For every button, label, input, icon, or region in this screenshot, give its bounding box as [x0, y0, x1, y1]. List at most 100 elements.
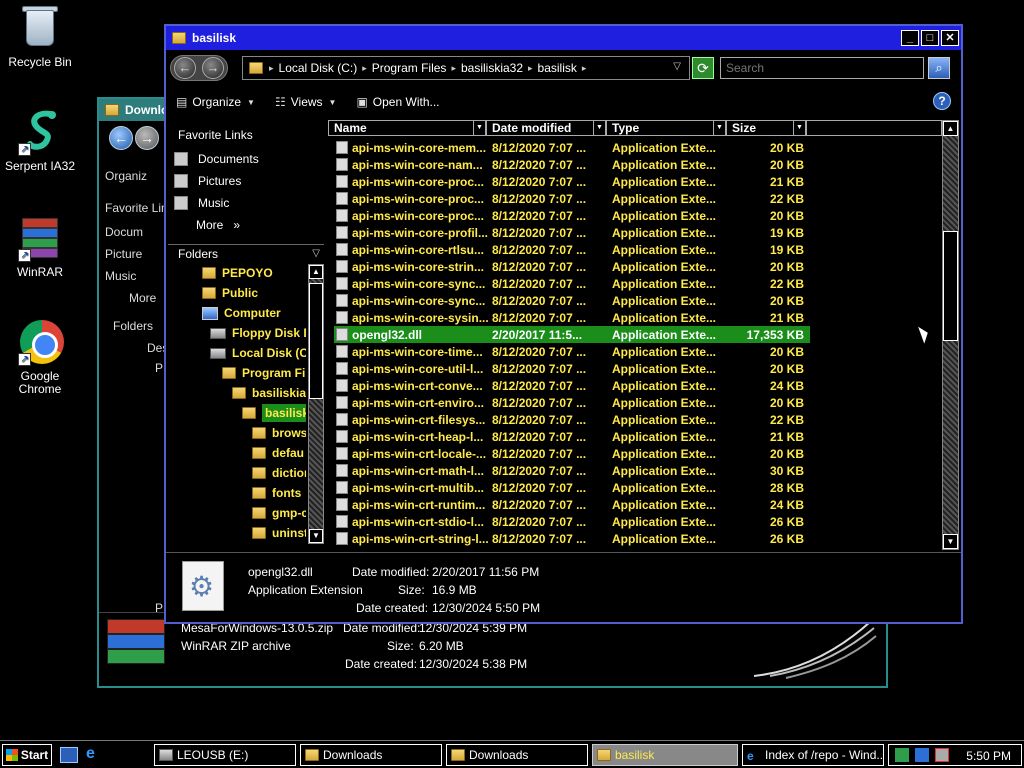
column-header-date[interactable]: Date modified ▼ [486, 120, 606, 136]
tree-item-defaults[interactable]: defau [252, 444, 304, 462]
close-button[interactable]: ✕ [941, 30, 959, 46]
column-header-type[interactable]: Type ▼ [606, 120, 726, 136]
search-icon[interactable]: ⌕ [928, 57, 950, 79]
tree-item-local-disk[interactable]: Local Disk (C [210, 344, 306, 362]
start-button[interactable]: Start [2, 744, 52, 766]
tree-item-floppy[interactable]: Floppy Disk D [210, 324, 306, 342]
folders-header[interactable]: Folders ▽ [168, 244, 324, 262]
tree-item-program-files[interactable]: Program Fil [222, 364, 306, 382]
folders-header[interactable]: Folders [113, 319, 153, 333]
open-with-button[interactable]: ▣ Open With... [356, 95, 439, 109]
table-row[interactable]: api-ms-win-core-sync... 8/12/2020 7:07 ..… [334, 292, 810, 309]
fav-music[interactable]: Music [174, 196, 229, 210]
volume-muted-icon[interactable] [935, 748, 949, 762]
maximize-button[interactable]: □ [921, 30, 939, 46]
scroll-up-icon[interactable]: ▲ [943, 121, 958, 136]
clock[interactable]: 5:50 PM [966, 749, 1011, 763]
scroll-down-icon[interactable]: ▼ [309, 529, 323, 543]
table-row[interactable]: api-ms-win-core-time... 8/12/2020 7:07 ..… [334, 343, 810, 360]
file-list-scrollbar[interactable]: ▲ ▼ [942, 120, 959, 550]
tree-item-basilisk[interactable]: basilisk [242, 404, 306, 422]
scrollbar-thumb[interactable] [943, 231, 958, 341]
table-row[interactable]: api-ms-win-crt-heap-l... 8/12/2020 7:07 .… [334, 428, 810, 445]
fav-documents[interactable]: Docum [105, 225, 143, 239]
breadcrumb-basilisk[interactable]: basilisk [538, 61, 577, 75]
taskbar-button-downloads-1[interactable]: Downloads [300, 744, 442, 766]
table-row[interactable]: api-ms-win-core-proc... 8/12/2020 7:07 ..… [334, 207, 810, 224]
table-row[interactable]: api-ms-win-crt-math-l... 8/12/2020 7:07 .… [334, 462, 810, 479]
chevron-down-icon[interactable]: ▼ [713, 121, 725, 135]
minimize-button[interactable]: _ [901, 30, 919, 46]
table-row[interactable]: api-ms-win-core-rtlsu... 8/12/2020 7:07 .… [334, 241, 810, 258]
tree-item-fonts[interactable]: fonts [252, 484, 301, 502]
table-row[interactable]: api-ms-win-core-sysin... 8/12/2020 7:07 .… [334, 309, 810, 326]
chevron-right-icon[interactable]: ▸ [362, 63, 367, 74]
fav-documents[interactable]: Documents [174, 152, 259, 166]
table-row[interactable]: api-ms-win-core-util-l... 8/12/2020 7:07 … [334, 360, 810, 377]
desktop-icon-recycle-bin[interactable]: Recycle Bin [0, 4, 80, 69]
fav-pictures[interactable]: Picture [105, 247, 142, 261]
show-desktop-icon[interactable] [60, 747, 78, 763]
chevron-right-icon[interactable]: ▸ [451, 63, 456, 74]
tree-item-pepoyo[interactable]: PEPOYO [202, 264, 273, 282]
table-row[interactable]: api-ms-win-core-strin... 8/12/2020 7:07 .… [334, 258, 810, 275]
chevron-right-icon[interactable]: ▸ [582, 63, 587, 74]
table-row[interactable]: api-ms-win-crt-conve... 8/12/2020 7:07 ..… [334, 377, 810, 394]
forward-button[interactable]: → [202, 57, 224, 79]
scroll-up-icon[interactable]: ▲ [309, 265, 323, 279]
taskbar-button-basilisk[interactable]: basilisk [592, 744, 738, 766]
breadcrumb-basiliskia32[interactable]: basiliskia32 [461, 61, 523, 75]
network-icon[interactable] [915, 748, 929, 762]
breadcrumb-program-files[interactable]: Program Files [372, 61, 447, 75]
help-icon[interactable]: ? [933, 92, 951, 110]
column-header-name[interactable]: Name ▼ [328, 120, 486, 136]
refresh-button[interactable]: ⟳ [692, 57, 714, 79]
tree-scrollbar[interactable]: ▲ ▼ [308, 264, 324, 544]
tree-item-computer[interactable]: Computer [202, 304, 281, 322]
taskbar-button-ie[interactable]: e Index of /repo - Wind... [742, 744, 884, 766]
internet-explorer-icon[interactable]: e [86, 745, 95, 763]
safely-remove-hardware-icon[interactable] [895, 748, 909, 762]
tree-item-dictionaries[interactable]: diction [252, 464, 306, 482]
fav-music[interactable]: Music [105, 269, 136, 283]
organize-button[interactable]: Organiz [105, 169, 147, 183]
scroll-down-icon[interactable]: ▼ [943, 534, 958, 549]
fav-more[interactable]: More » [196, 218, 240, 232]
views-button[interactable]: ☷ Views ▼ [275, 95, 336, 109]
tree-item-basiliskia32[interactable]: basiliskia [232, 384, 306, 402]
chevron-down-icon[interactable]: ▽ [673, 61, 681, 72]
organize-button[interactable]: ▤ Organize ▼ [176, 95, 255, 109]
scrollbar-thumb[interactable] [309, 283, 323, 399]
fav-pictures[interactable]: Pictures [174, 174, 241, 188]
basilisk-explorer-window[interactable]: basilisk _ □ ✕ ← → ▸ Local Disk (C:) ▸ P… [164, 24, 963, 624]
table-row[interactable]: api-ms-win-crt-stdio-l... 8/12/2020 7:07 … [334, 513, 810, 530]
table-row[interactable]: api-ms-win-core-nam... 8/12/2020 7:07 ...… [334, 156, 810, 173]
table-row[interactable]: api-ms-win-core-profil... 8/12/2020 7:07 … [334, 224, 810, 241]
tree-item-uninstall[interactable]: uninst [252, 524, 306, 542]
address-bar[interactable]: ▸ Local Disk (C:) ▸ Program Files ▸ basi… [242, 56, 690, 80]
table-row[interactable]: api-ms-win-crt-multib... 8/12/2020 7:07 .… [334, 479, 810, 496]
table-row[interactable]: api-ms-win-core-sync... 8/12/2020 7:07 ..… [334, 275, 810, 292]
chevron-right-icon[interactable]: ▸ [528, 63, 533, 74]
tree-item[interactable]: P [155, 361, 163, 375]
table-row-selected[interactable]: opengl32.dll 2/20/2017 11:5... Application… [334, 326, 810, 343]
table-row[interactable]: api-ms-win-crt-runtim... 8/12/2020 7:07 .… [334, 496, 810, 513]
desktop-icon-chrome[interactable]: ↗ Google Chrome [0, 318, 80, 396]
taskbar-button-leousb[interactable]: LEOUSB (E:) [154, 744, 296, 766]
desktop-icon-winrar[interactable]: ↗ WinRAR [0, 214, 80, 279]
back-button[interactable]: ← [174, 57, 196, 79]
table-row[interactable]: api-ms-win-crt-locale-... 8/12/2020 7:07 … [334, 445, 810, 462]
table-row[interactable]: api-ms-win-core-proc... 8/12/2020 7:07 ..… [334, 173, 810, 190]
tree-item-browser[interactable]: brows [252, 424, 306, 442]
tree-item-gmp[interactable]: gmp-c [252, 504, 306, 522]
tree-item-public[interactable]: Public [202, 284, 258, 302]
breadcrumb-local-disk[interactable]: Local Disk (C:) [279, 61, 358, 75]
table-row[interactable]: api-ms-win-crt-string-l... 8/12/2020 7:07… [334, 530, 810, 547]
chevron-down-icon[interactable]: ▼ [593, 121, 605, 135]
chevron-down-icon[interactable]: ▼ [793, 121, 805, 135]
table-row[interactable]: api-ms-win-crt-enviro... 8/12/2020 7:07 .… [334, 394, 810, 411]
window-titlebar[interactable]: basilisk _ □ ✕ [166, 26, 961, 50]
chevron-down-icon[interactable]: ▼ [473, 121, 485, 135]
back-arrow-icon[interactable]: ← [109, 126, 133, 150]
fav-more[interactable]: More [129, 291, 156, 305]
